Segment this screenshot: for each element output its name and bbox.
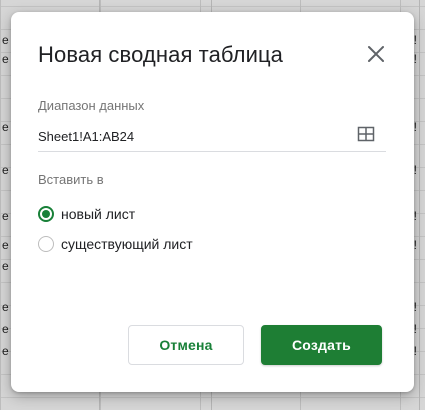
radio-unchecked-icon: [38, 236, 54, 252]
radio-existing-sheet[interactable]: существующий лист: [38, 236, 193, 252]
radio-label-existing-sheet: существующий лист: [61, 236, 193, 252]
cell-text-fragment: !: [413, 52, 417, 66]
cell-text-fragment: !: [413, 163, 417, 177]
grid-icon: [357, 126, 375, 142]
cell-text-fragment: !: [413, 209, 417, 223]
close-icon: [368, 46, 384, 62]
cell-text-fragment: e: [2, 300, 9, 314]
column-divider: [419, 0, 420, 410]
cell-text-fragment: e: [2, 238, 9, 252]
cell-text-fragment: !: [413, 322, 417, 336]
select-range-button[interactable]: [357, 125, 375, 143]
radio-checked-icon: [38, 206, 54, 222]
cell-text-fragment: e: [2, 52, 9, 66]
cancel-button[interactable]: Отмена: [128, 325, 244, 365]
cell-text-fragment: e: [2, 120, 9, 134]
cell-text-fragment: !: [413, 120, 417, 134]
insert-label: Вставить в: [38, 172, 104, 187]
cell-text-fragment: e: [2, 322, 9, 336]
cell-text-fragment: e: [2, 344, 9, 358]
cell-text-fragment: e: [2, 259, 9, 273]
cell-text-fragment: !: [413, 238, 417, 252]
cell-text-fragment: e: [2, 163, 9, 177]
radio-new-sheet[interactable]: новый лист: [38, 206, 135, 222]
cell-text-fragment: e: [2, 209, 9, 223]
cell-text-fragment: !: [413, 344, 417, 358]
cell-text-fragment: !: [413, 33, 417, 47]
range-input[interactable]: [38, 122, 386, 152]
close-button[interactable]: [364, 42, 388, 66]
dialog-title: Новая сводная таблица: [38, 42, 284, 67]
pivot-table-dialog: Новая сводная таблица Диапазон данных Вс…: [11, 12, 414, 392]
cell-text-fragment: e: [2, 33, 9, 47]
create-button[interactable]: Создать: [261, 325, 382, 365]
range-label: Диапазон данных: [38, 98, 145, 113]
cell-text-fragment: !: [413, 300, 417, 314]
radio-label-new-sheet: новый лист: [61, 206, 136, 222]
